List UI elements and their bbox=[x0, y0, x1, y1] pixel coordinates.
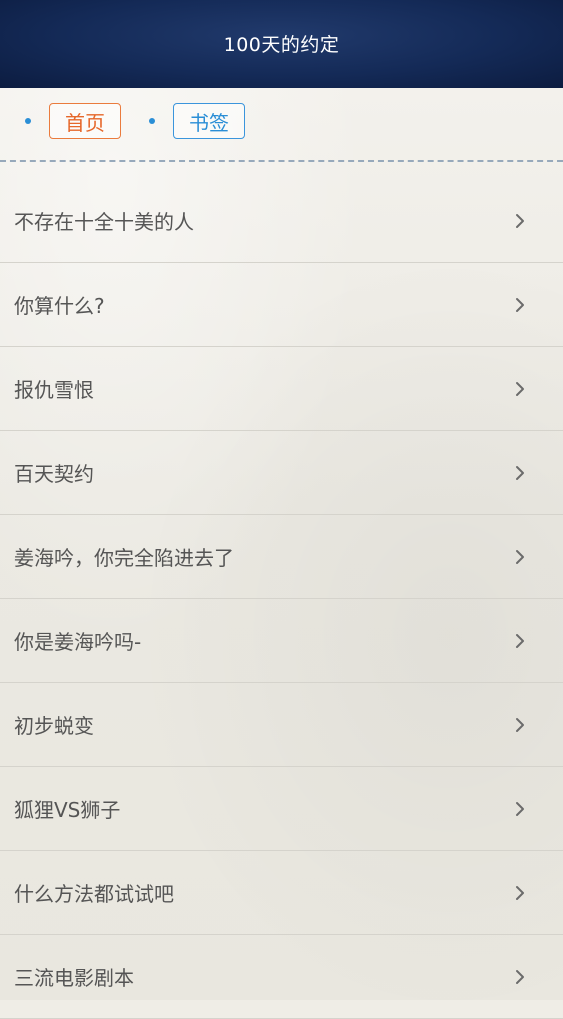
chevron-right-icon bbox=[511, 548, 529, 566]
chapter-row[interactable]: 狐狸VS狮子 bbox=[0, 767, 563, 851]
chapter-row[interactable]: 报仇雪恨 bbox=[0, 347, 563, 431]
chevron-right-icon bbox=[511, 884, 529, 902]
chapter-row[interactable]: 不存在十全十美的人 bbox=[0, 179, 563, 263]
chapter-row[interactable]: 初步蜕变 bbox=[0, 683, 563, 767]
tab-bookmark[interactable]: 书签 bbox=[149, 103, 245, 139]
tab-home-label[interactable]: 首页 bbox=[49, 103, 121, 139]
chevron-right-icon bbox=[511, 968, 529, 986]
dashed-divider bbox=[0, 160, 563, 162]
chevron-right-icon bbox=[511, 632, 529, 650]
header-bar: 100天的约定 bbox=[0, 0, 563, 88]
chapter-title: 初步蜕变 bbox=[14, 714, 94, 738]
chapter-title: 什么方法都试试吧 bbox=[14, 882, 174, 906]
chapter-title: 姜海吟，你完全陷进去了 bbox=[14, 546, 234, 570]
tab-home[interactable]: 首页 bbox=[25, 103, 121, 139]
page-title: 100天的约定 bbox=[223, 33, 340, 56]
chapter-title: 狐狸VS狮子 bbox=[14, 798, 121, 822]
chapter-title: 报仇雪恨 bbox=[14, 378, 94, 402]
chapter-row[interactable]: 百天契约 bbox=[0, 431, 563, 515]
chapter-title: 不存在十全十美的人 bbox=[14, 210, 194, 234]
content-area: 首页 书签 不存在十全十美的人 你算什么? 报仇雪恨 百天契约 姜海吟，你完全陷… bbox=[0, 88, 563, 1019]
tab-bookmark-label[interactable]: 书签 bbox=[173, 103, 245, 139]
chevron-right-icon bbox=[511, 212, 529, 230]
chevron-right-icon bbox=[511, 716, 529, 734]
tab-bar: 首页 书签 bbox=[0, 88, 563, 160]
chapter-title: 你算什么? bbox=[14, 294, 105, 318]
chevron-right-icon bbox=[511, 800, 529, 818]
bullet-dot-icon bbox=[149, 118, 155, 124]
chapter-row[interactable]: 姜海吟，你完全陷进去了 bbox=[0, 515, 563, 599]
chevron-right-icon bbox=[511, 380, 529, 398]
chapter-row[interactable]: 你算什么? bbox=[0, 263, 563, 347]
chapter-row[interactable]: 三流电影剧本 bbox=[0, 935, 563, 1019]
chapter-row[interactable]: 你是姜海吟吗- bbox=[0, 599, 563, 683]
chevron-right-icon bbox=[511, 296, 529, 314]
chapter-title: 三流电影剧本 bbox=[14, 966, 134, 990]
chevron-right-icon bbox=[511, 464, 529, 482]
chapter-title: 百天契约 bbox=[14, 462, 94, 486]
chapter-title: 你是姜海吟吗- bbox=[14, 630, 142, 654]
chapter-row[interactable]: 什么方法都试试吧 bbox=[0, 851, 563, 935]
chapter-list: 不存在十全十美的人 你算什么? 报仇雪恨 百天契约 姜海吟，你完全陷进去了 你是… bbox=[0, 179, 563, 1019]
bullet-dot-icon bbox=[25, 118, 31, 124]
